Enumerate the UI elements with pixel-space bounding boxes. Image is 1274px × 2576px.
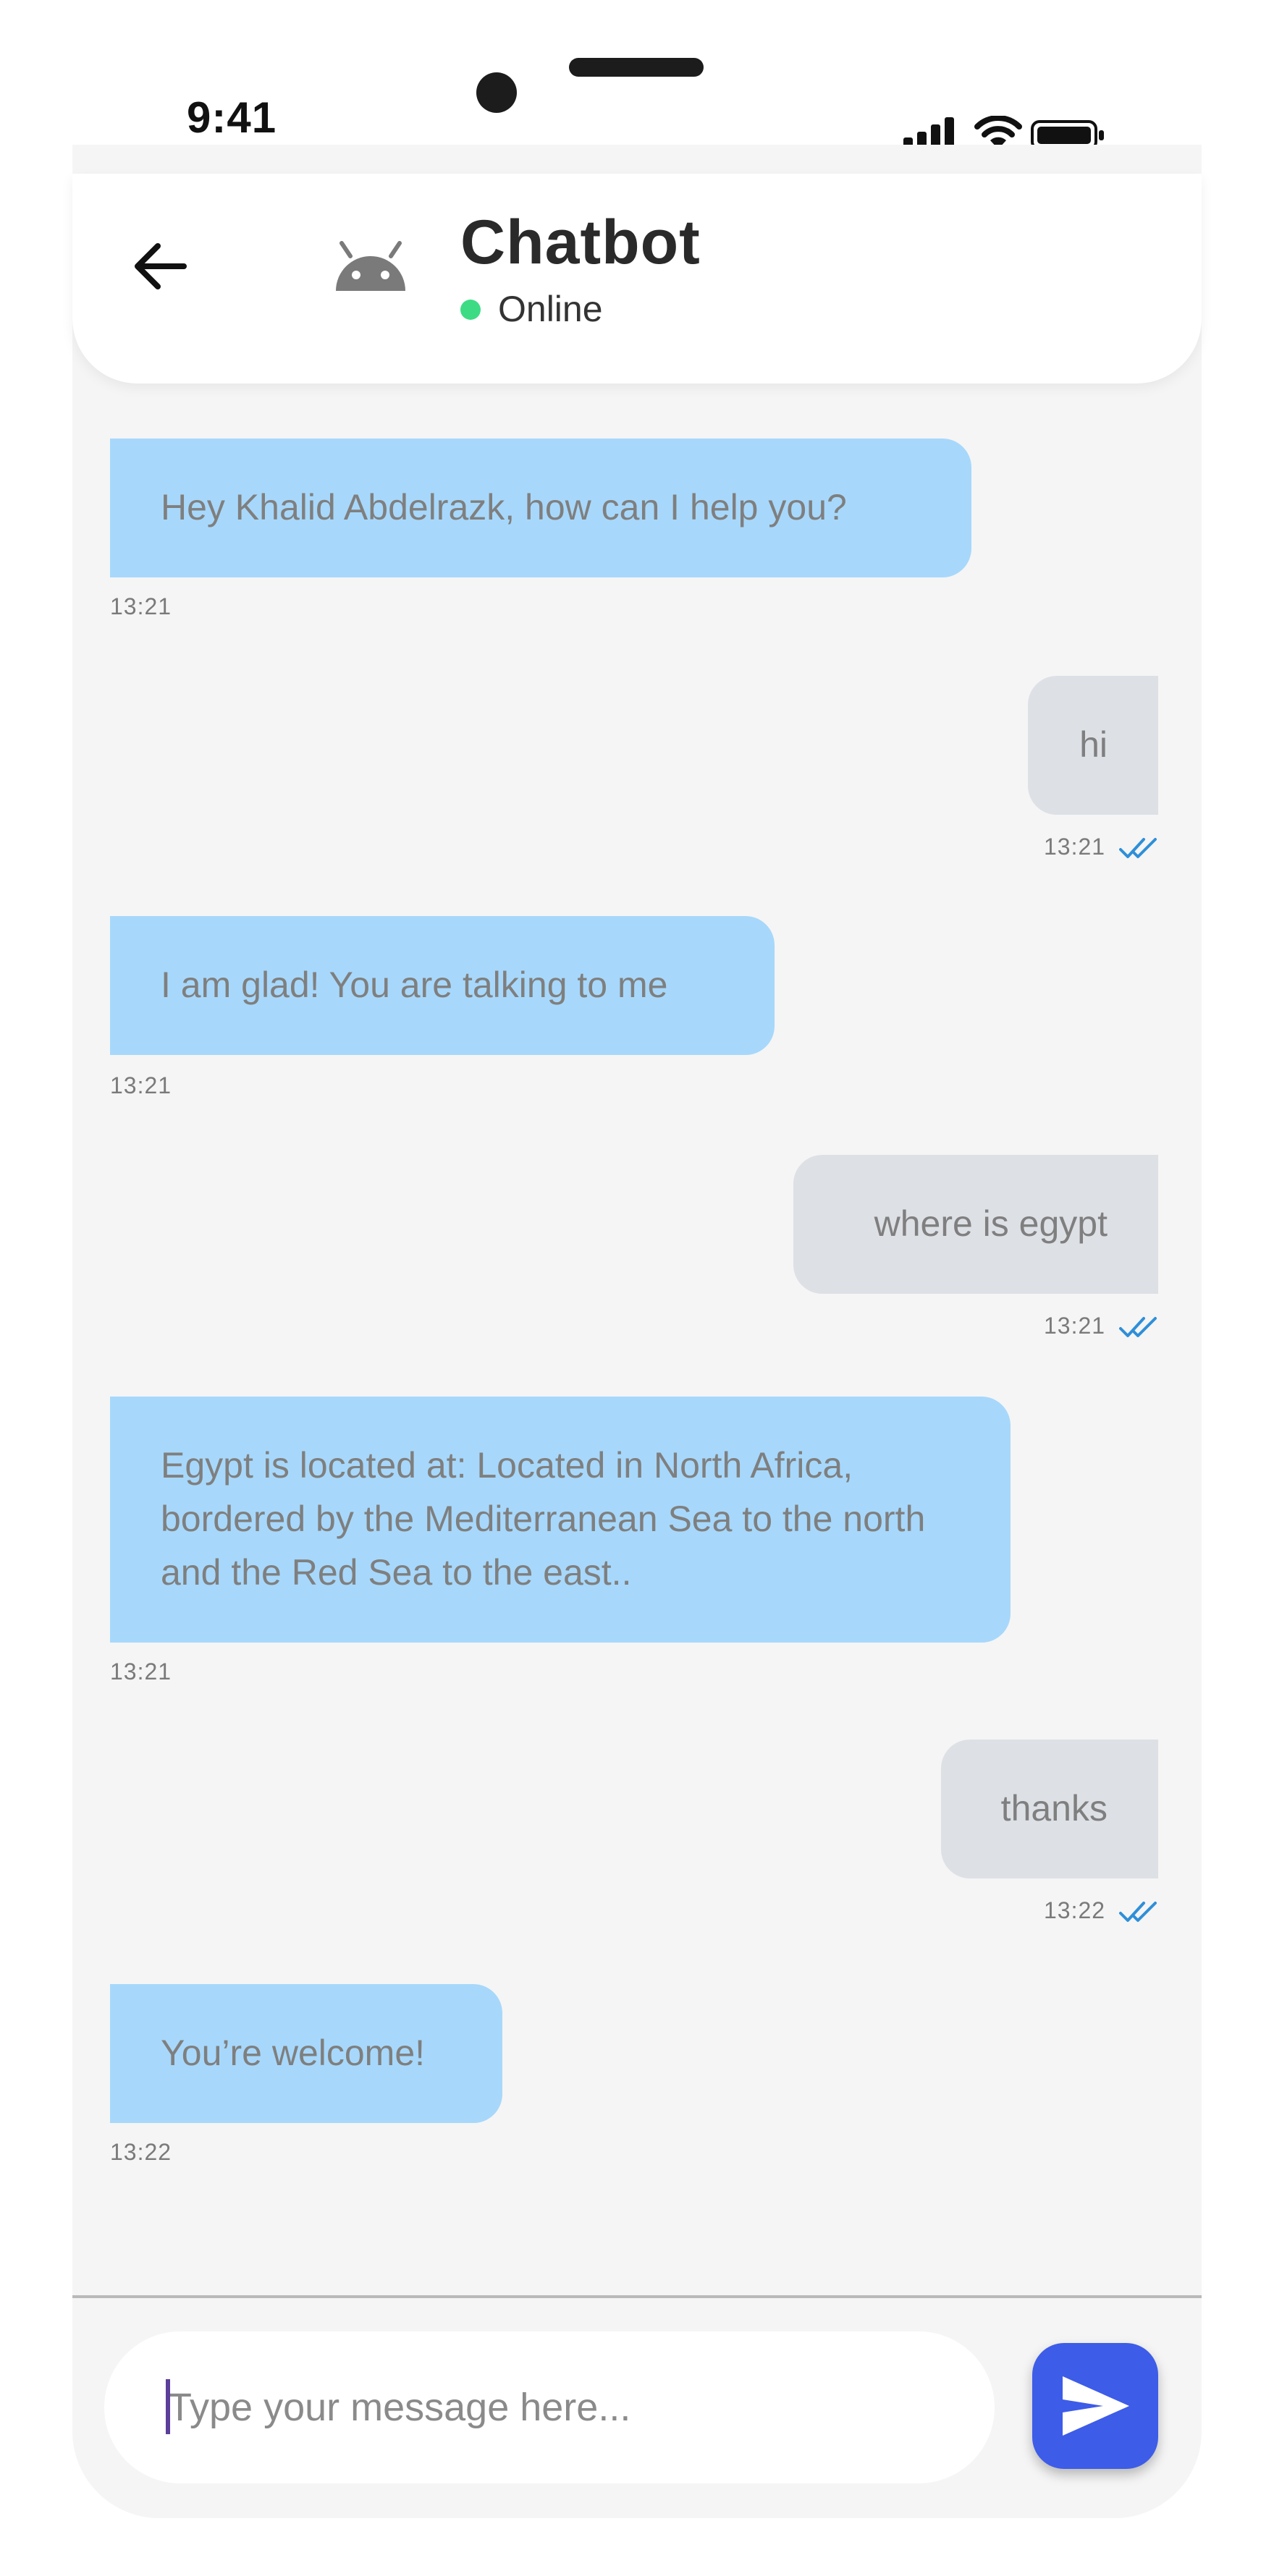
back-arrow-icon[interactable] — [125, 230, 197, 302]
message-time: 13:21 — [1044, 834, 1106, 860]
online-status-text: Online — [498, 289, 603, 329]
bot-message: Hey Khalid Abdelrazk, how can I help you… — [110, 438, 971, 577]
bot-message: Egypt is located at: Located in North Af… — [110, 1397, 1011, 1643]
send-icon — [1063, 2376, 1129, 2436]
double-check-icon — [1119, 1317, 1157, 1337]
message-time: 13:22 — [1044, 1897, 1106, 1923]
user-message: hi — [1028, 676, 1158, 815]
earpiece-speaker — [569, 58, 704, 77]
message-time: 13:21 — [110, 1658, 172, 1685]
chat-header — [72, 174, 1202, 384]
status-time: 9:41 — [187, 93, 277, 142]
online-status-dot — [460, 300, 481, 320]
message-time: 13:21 — [110, 1072, 172, 1098]
bot-message: I am glad! You are talking to me — [110, 916, 775, 1055]
double-check-icon — [1119, 838, 1157, 858]
message-time: 13:21 — [110, 593, 172, 619]
bot-message: You’re welcome! — [110, 1984, 502, 2123]
android-icon — [336, 241, 405, 291]
message-time: 13:21 — [1044, 1313, 1106, 1339]
message-input[interactable] — [104, 2331, 995, 2483]
user-message: thanks — [941, 1740, 1158, 1878]
double-check-icon — [1119, 1902, 1157, 1922]
message-time: 13:22 — [110, 2139, 172, 2165]
send-button[interactable] — [1032, 2343, 1158, 2469]
front-camera — [476, 72, 517, 113]
chat-title: Chatbot — [460, 208, 701, 277]
text-cursor — [166, 2379, 170, 2434]
user-message: where is egypt — [793, 1155, 1158, 1294]
